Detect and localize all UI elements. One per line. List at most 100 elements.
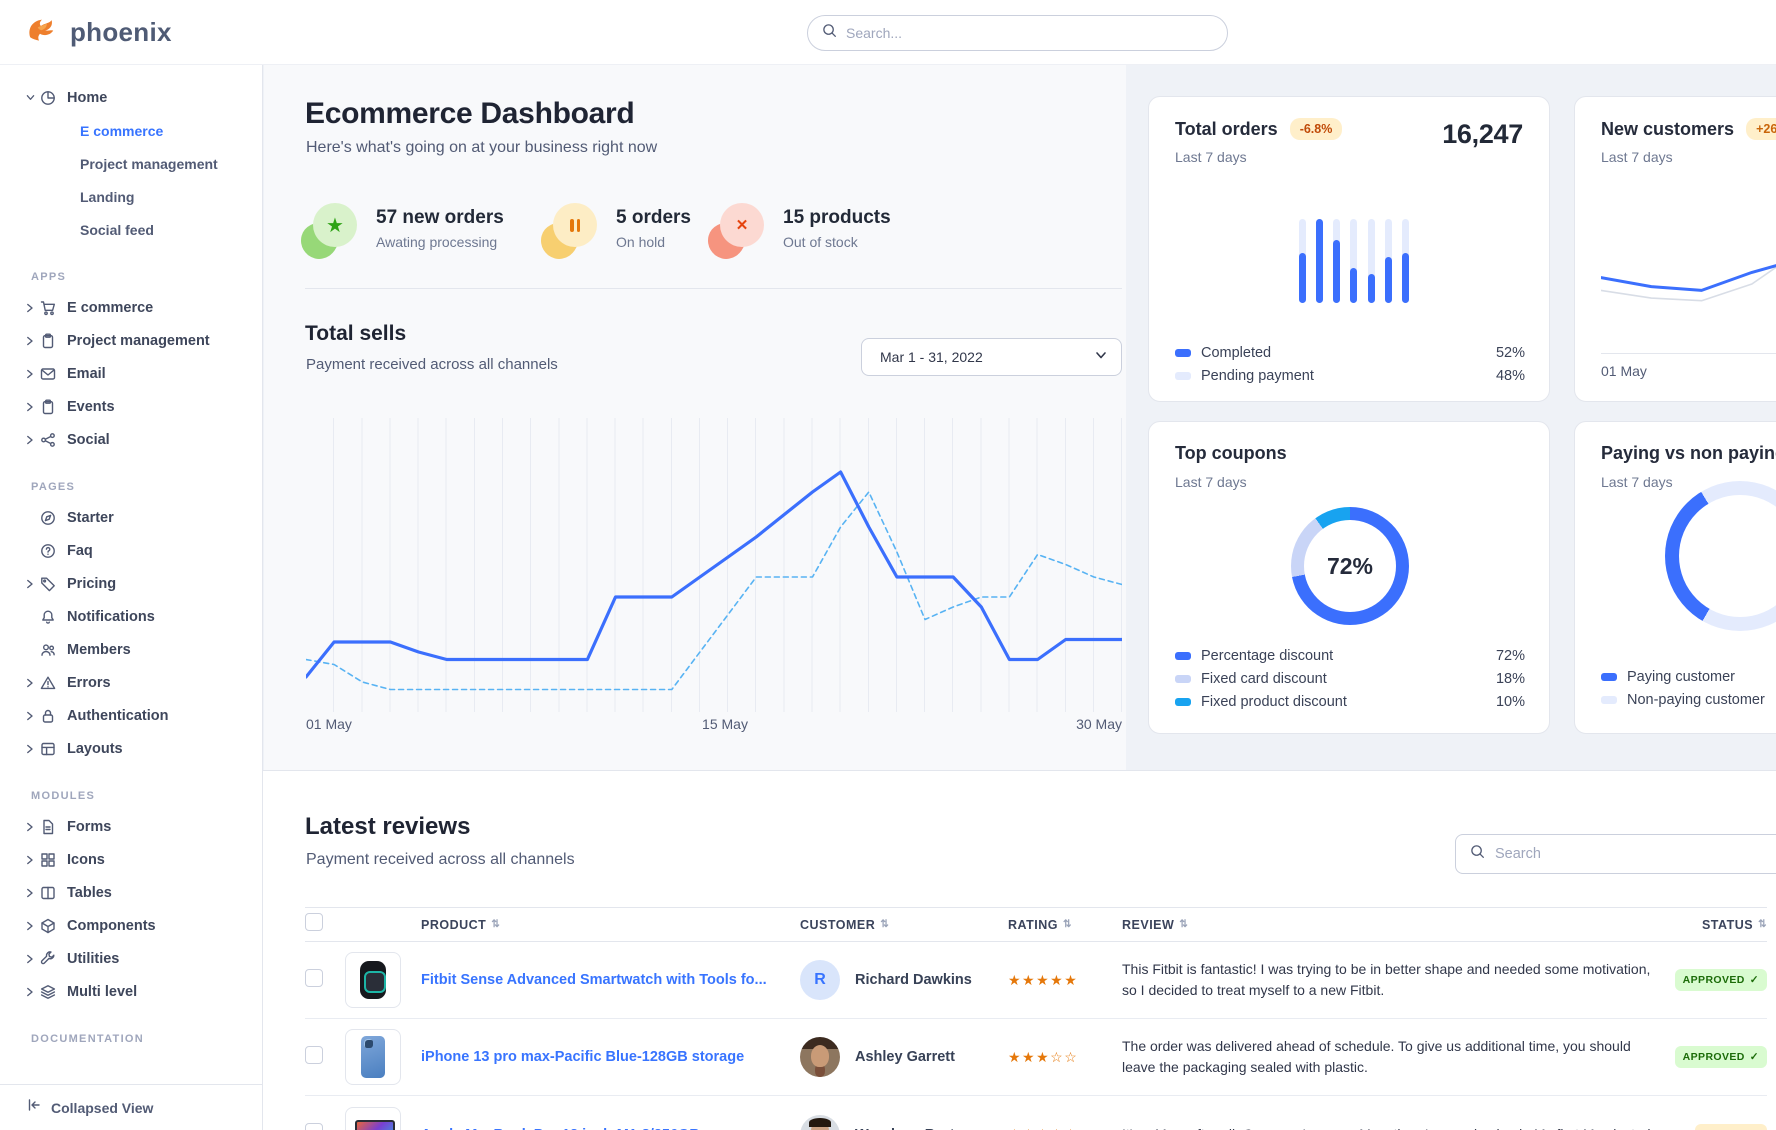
page-subtitle: Here's what's going on at your business … (306, 139, 657, 157)
legend-value: 52% (1496, 345, 1525, 361)
sidebar-section-label: PAGES (31, 481, 262, 493)
column-header-product[interactable]: PRODUCT⇅ (421, 918, 800, 932)
trend-badge: -6.8% (1290, 118, 1343, 140)
sort-icon: ⇅ (491, 919, 500, 930)
sidebar-item-forms[interactable]: Forms (0, 810, 262, 843)
sidebar-item-label: Home (67, 90, 107, 106)
sidebar-item-events[interactable]: Events (0, 390, 262, 423)
chevron-right-icon (26, 336, 40, 346)
total-orders-card: Total orders -6.8% Last 7 days 16,247 Co… (1148, 96, 1550, 402)
check-icon: ✓ (1750, 1051, 1759, 1063)
product-link[interactable]: iPhone 13 pro max-Pacific Blue-128GB sto… (421, 1049, 776, 1065)
orders-legend: Completed 52% Pending payment 48% (1175, 341, 1525, 387)
sidebar-item-e-commerce[interactable]: E commerce (0, 291, 262, 324)
date-range-select[interactable]: Mar 1 - 31, 2022 (861, 338, 1122, 376)
card-title: Paying vs non paying (1601, 443, 1776, 464)
collapsed-view-label: Collapsed View (51, 1100, 153, 1116)
sidebar-item-landing[interactable]: Landing (0, 180, 262, 213)
sidebar-item-icons[interactable]: Icons (0, 843, 262, 876)
row-checkbox[interactable] (305, 1123, 323, 1130)
legend-swatch (1175, 372, 1191, 380)
sidebar-item-layouts[interactable]: Layouts (0, 732, 262, 765)
global-search[interactable] (807, 15, 1228, 51)
column-header-rating[interactable]: RATING⇅ (1008, 918, 1122, 932)
sidebar-item-label: Forms (67, 819, 111, 835)
sidebar-item-multi-level[interactable]: Multi level (0, 975, 262, 1008)
column-header-customer[interactable]: CUSTOMER⇅ (800, 918, 1008, 932)
table-row: iPhone 13 pro max-Pacific Blue-128GB sto… (305, 1019, 1767, 1096)
row-checkbox[interactable] (305, 969, 323, 987)
sidebar-item-project-management-dashboard[interactable]: Project management (0, 147, 262, 180)
legend-swatch (1175, 675, 1191, 683)
column-header-status[interactable]: STATUS⇅ (1690, 918, 1767, 932)
sidebar-item-email[interactable]: Email (0, 357, 262, 390)
review-text: This Fitbit is fantastic! I was trying t… (1122, 959, 1667, 1001)
rating-stars: ★★★★★ (1008, 972, 1122, 989)
brand-name: phoenix (70, 17, 172, 48)
product-image-macbook (345, 1107, 401, 1130)
legend-label: Non-paying customer (1627, 692, 1765, 708)
sidebar-item-social[interactable]: Social (0, 423, 262, 456)
sidebar-section-label: MODULES (31, 790, 262, 802)
review-text: It's a Mac, after all. Once you've gone … (1122, 1124, 1667, 1130)
sidebar-item-project-management[interactable]: Project management (0, 324, 262, 357)
sidebar-item-errors[interactable]: Errors (0, 666, 262, 699)
sidebar-item-tables[interactable]: Tables (0, 876, 262, 909)
reviews-search-input[interactable] (1495, 846, 1776, 862)
sidebar-item-social-feed[interactable]: Social feed (0, 213, 262, 246)
row-checkbox[interactable] (305, 1046, 323, 1064)
card-title: Top coupons (1175, 443, 1287, 464)
new-customers-card: New customers +26.5% Last 7 days 01 May (1574, 96, 1776, 402)
table-row: Fitbit Sense Advanced Smartwatch with To… (305, 942, 1767, 1019)
collapsed-view-toggle[interactable]: Collapsed View (0, 1084, 262, 1130)
chevron-down-icon (1095, 348, 1107, 366)
search-icon (1470, 844, 1485, 864)
brand-logo[interactable]: phoenix (24, 12, 172, 53)
card-period: Last 7 days (1601, 474, 1673, 490)
table-row: Apple MacBook Pro 13 inch-M1-8/256GB-spa… (305, 1096, 1767, 1130)
select-all-checkbox[interactable] (305, 913, 323, 931)
total-sells-chart (306, 418, 1122, 712)
paying-vs-non-paying-card: Paying vs non paying Last 7 days Paying … (1574, 421, 1776, 734)
sidebar-item-label: Multi level (67, 984, 137, 1000)
sidebar-item-label: Notifications (67, 609, 155, 625)
chevron-right-icon (26, 987, 40, 997)
phoenix-logo-icon (24, 12, 60, 53)
sidebar-item-faq[interactable]: Faq (0, 534, 262, 567)
sidebar-section-label: DOCUMENTATION (31, 1033, 262, 1045)
product-link[interactable]: Fitbit Sense Advanced Smartwatch with To… (421, 972, 776, 988)
product-link[interactable]: Apple MacBook Pro 13 inch-M1-8/256GB-spa… (421, 1127, 776, 1130)
chevron-right-icon (26, 369, 40, 379)
sidebar-item-authentication[interactable]: Authentication (0, 699, 262, 732)
sidebar-item-notifications[interactable]: Notifications (0, 600, 262, 633)
columns-icon (40, 885, 56, 901)
total-sells-title: Total sells (305, 322, 406, 346)
total-orders-value: 16,247 (1442, 119, 1523, 150)
file-text-icon (40, 819, 56, 835)
x-icon: ✕ (712, 203, 764, 255)
sidebar-item-members[interactable]: Members (0, 633, 262, 666)
sidebar-item-ecommerce-dashboard[interactable]: E commerce (0, 114, 262, 147)
stat-out-of-stock: ✕ 15 products Out of stock (712, 203, 891, 255)
product-image-iphone (345, 1029, 401, 1085)
pause-icon (545, 203, 597, 255)
top-coupons-card: Top coupons Last 7 days 72% Percentage d… (1148, 421, 1550, 734)
sidebar-item-pricing[interactable]: Pricing (0, 567, 262, 600)
sidebar-item-label: Components (67, 918, 156, 934)
legend-label: Fixed product discount (1201, 694, 1347, 710)
legend-swatch (1175, 652, 1191, 660)
legend-label: Completed (1201, 345, 1271, 361)
total-sells-subtitle: Payment received across all channels (306, 356, 558, 373)
sidebar-item-utilities[interactable]: Utilities (0, 942, 262, 975)
avatar (800, 1115, 840, 1130)
sidebar-item-components[interactable]: Components (0, 909, 262, 942)
legend-value: 10% (1496, 694, 1525, 710)
column-header-review[interactable]: REVIEW⇅ (1122, 918, 1690, 932)
reviews-search[interactable] (1455, 834, 1776, 874)
sidebar-item-home[interactable]: Home (0, 81, 262, 114)
stat-value: 15 products (783, 207, 891, 229)
sidebar-item-starter[interactable]: Starter (0, 501, 262, 534)
bell-icon (40, 609, 56, 625)
product-image-fitbit (345, 952, 401, 1008)
global-search-input[interactable] (846, 25, 1213, 41)
